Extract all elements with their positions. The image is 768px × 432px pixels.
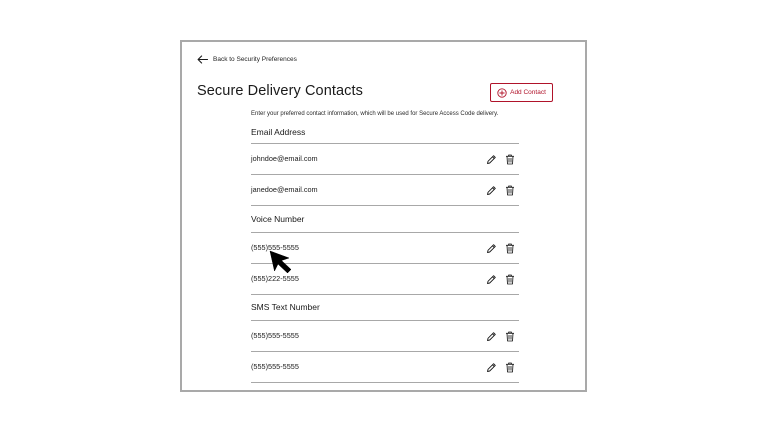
divider xyxy=(251,143,519,144)
divider xyxy=(251,232,519,233)
email-item-2-actions xyxy=(486,185,515,196)
arrow-left-icon xyxy=(197,54,208,64)
voice-item-2-actions xyxy=(486,274,515,285)
divider xyxy=(251,294,519,295)
add-contact-label: Add Contact xyxy=(510,89,546,96)
trash-icon[interactable] xyxy=(505,154,515,165)
divider xyxy=(251,174,519,175)
pencil-icon[interactable] xyxy=(486,243,497,254)
back-link[interactable]: Back to Security Preferences xyxy=(197,53,297,65)
pencil-icon[interactable] xyxy=(486,331,497,342)
divider xyxy=(251,205,519,206)
divider xyxy=(251,382,519,383)
divider xyxy=(251,351,519,352)
page-description: Enter your preferred contact information… xyxy=(251,111,499,117)
sms-item-2-actions xyxy=(486,362,515,373)
plus-circle-icon xyxy=(497,87,507,98)
email-item-2: janedoe@email.com xyxy=(251,185,318,194)
divider xyxy=(251,320,519,321)
section-title-email: Email Address xyxy=(251,127,306,137)
trash-icon[interactable] xyxy=(505,331,515,342)
section-title-voice: Voice Number xyxy=(251,214,305,224)
trash-icon[interactable] xyxy=(505,185,515,196)
trash-icon[interactable] xyxy=(505,362,515,373)
sms-item-1: (555)555-5555 xyxy=(251,331,299,340)
section-title-sms: SMS Text Number xyxy=(251,302,320,312)
trash-icon[interactable] xyxy=(505,274,515,285)
pencil-icon[interactable] xyxy=(486,154,497,165)
sms-item-2: (555)555-5555 xyxy=(251,362,299,371)
sms-item-1-actions xyxy=(486,331,515,342)
trash-icon[interactable] xyxy=(505,243,515,254)
secure-contacts-panel: Back to Security Preferences Secure Deli… xyxy=(180,40,587,392)
pencil-icon[interactable] xyxy=(486,185,497,196)
page-title: Secure Delivery Contacts xyxy=(197,83,363,99)
back-link-label: Back to Security Preferences xyxy=(213,55,297,63)
voice-item-1-actions xyxy=(486,243,515,254)
pencil-icon[interactable] xyxy=(486,274,497,285)
mouse-pointer-icon xyxy=(268,250,294,279)
email-item-1: johndoe@email.com xyxy=(251,154,318,163)
email-item-1-actions xyxy=(486,154,515,165)
pencil-icon[interactable] xyxy=(486,362,497,373)
add-contact-button[interactable]: Add Contact xyxy=(490,83,553,102)
